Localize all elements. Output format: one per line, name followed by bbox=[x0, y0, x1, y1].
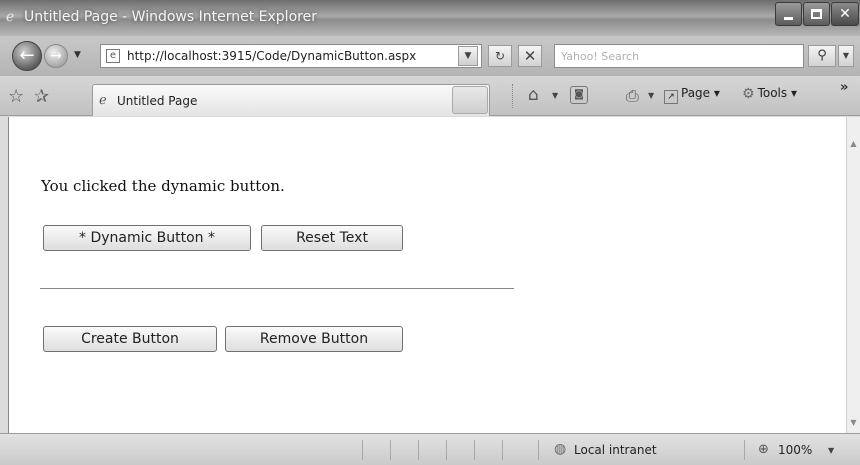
search-button[interactable]: ⚲ bbox=[808, 45, 836, 67]
status-divider bbox=[446, 440, 447, 460]
scroll-down-icon[interactable]: ▼ bbox=[847, 416, 860, 429]
ie-logo-icon: ℯ bbox=[6, 9, 15, 25]
more-commands-chevron[interactable]: » bbox=[840, 80, 848, 95]
refresh-icon: ↻ bbox=[494, 49, 506, 63]
reset-text-button[interactable]: Reset Text bbox=[261, 225, 403, 251]
home-dropdown[interactable]: ▼ bbox=[552, 91, 558, 100]
navigation-bar: ← → ▼ e http://localhost:3915/Code/Dynam… bbox=[0, 36, 860, 76]
add-favorites-icon[interactable]: ✰ bbox=[34, 86, 49, 107]
home-icon[interactable]: ⌂ bbox=[528, 85, 539, 105]
ie-page-icon: ℯ bbox=[99, 93, 107, 108]
printer-icon[interactable]: ⎙ bbox=[626, 86, 639, 106]
favorites-star-icon[interactable]: ☆ bbox=[8, 86, 24, 107]
page-menu-label: Page bbox=[681, 86, 711, 100]
page-menu[interactable]: ↗ Page ▾ bbox=[664, 86, 720, 104]
refresh-button[interactable]: ↻ bbox=[488, 45, 512, 67]
status-divider bbox=[362, 440, 363, 460]
search-options-dropdown[interactable]: ▼ bbox=[838, 45, 854, 67]
browser-window: ℯ Untitled Page - Windows Internet Explo… bbox=[0, 0, 860, 465]
zoom-dropdown[interactable]: ▼ bbox=[828, 446, 834, 455]
dynamic-button[interactable]: * Dynamic Button * bbox=[43, 225, 251, 251]
address-url[interactable]: http://localhost:3915/Code/DynamicButton… bbox=[127, 49, 416, 63]
print-dropdown[interactable]: ▼ bbox=[648, 91, 654, 100]
window-controls: ✕ bbox=[775, 0, 860, 28]
forward-button[interactable]: → bbox=[44, 44, 68, 68]
page-icon: e bbox=[106, 49, 120, 63]
chevron-down-icon: ▼ bbox=[842, 51, 850, 60]
forward-arrow-icon: → bbox=[50, 48, 62, 64]
status-divider bbox=[474, 440, 475, 460]
tools-menu-label: Tools bbox=[757, 86, 788, 100]
status-divider bbox=[418, 440, 419, 460]
status-divider bbox=[538, 440, 539, 460]
address-bar[interactable]: e http://localhost:3915/Code/DynamicButt… bbox=[100, 44, 482, 68]
vertical-scrollbar[interactable]: ▲ ▼ bbox=[846, 117, 860, 433]
chevron-down-icon: ▼ bbox=[464, 51, 472, 61]
magnifier-icon: ⚲ bbox=[817, 48, 827, 63]
status-message: You clicked the dynamic button. bbox=[41, 177, 285, 195]
minimize-button[interactable] bbox=[775, 2, 802, 26]
command-bar: ☆ ✰ ℯ Untitled Page ⌂ ▼ ◙ ⎙ ▼ ↗ Page ▾ ⚙ T… bbox=[0, 76, 860, 116]
stop-icon: ✕ bbox=[523, 47, 537, 65]
new-tab-button[interactable] bbox=[452, 86, 488, 114]
zoom-icon: ⊕ bbox=[758, 442, 769, 457]
back-arrow-icon: ← bbox=[19, 45, 35, 66]
stop-button[interactable]: ✕ bbox=[518, 45, 542, 67]
search-input[interactable] bbox=[555, 45, 795, 68]
status-divider bbox=[744, 440, 745, 460]
remove-button[interactable]: Remove Button bbox=[225, 326, 403, 352]
security-zone-label[interactable]: Local intranet bbox=[574, 443, 657, 457]
tab-label: Untitled Page bbox=[117, 94, 198, 108]
page-menu-icon: ↗ bbox=[664, 90, 678, 104]
status-bar: ◍ Local intranet ⊕ 100% ▼ bbox=[0, 433, 860, 465]
tools-menu[interactable]: ⚙ Tools ▾ bbox=[742, 86, 797, 102]
search-box[interactable] bbox=[554, 44, 804, 68]
toolbar-grip bbox=[512, 84, 515, 108]
scroll-up-icon[interactable]: ▲ bbox=[847, 137, 860, 150]
address-dropdown-button[interactable]: ▼ bbox=[458, 46, 478, 66]
recent-pages-dropdown[interactable]: ▼ bbox=[74, 50, 81, 60]
back-button[interactable]: ← bbox=[12, 41, 42, 71]
maximize-icon bbox=[811, 9, 822, 19]
maximize-button[interactable] bbox=[803, 2, 830, 26]
window-title: Untitled Page - Windows Internet Explore… bbox=[24, 9, 317, 25]
status-divider bbox=[502, 440, 503, 460]
zoom-level[interactable]: 100% bbox=[778, 443, 812, 457]
status-divider bbox=[390, 440, 391, 460]
title-bar: ℯ Untitled Page - Windows Internet Explo… bbox=[0, 0, 860, 36]
close-icon: ✕ bbox=[839, 6, 851, 22]
create-button[interactable]: Create Button bbox=[43, 326, 217, 352]
horizontal-divider bbox=[40, 288, 514, 289]
close-button[interactable]: ✕ bbox=[831, 2, 859, 26]
feeds-icon[interactable]: ◙ bbox=[570, 86, 588, 104]
minimize-icon bbox=[784, 16, 793, 20]
tab-untitled-page[interactable]: ℯ Untitled Page bbox=[92, 84, 490, 116]
gear-icon: ⚙ bbox=[742, 86, 755, 102]
globe-icon: ◍ bbox=[554, 441, 567, 457]
page-content: You clicked the dynamic button. * Dynami… bbox=[8, 117, 846, 433]
